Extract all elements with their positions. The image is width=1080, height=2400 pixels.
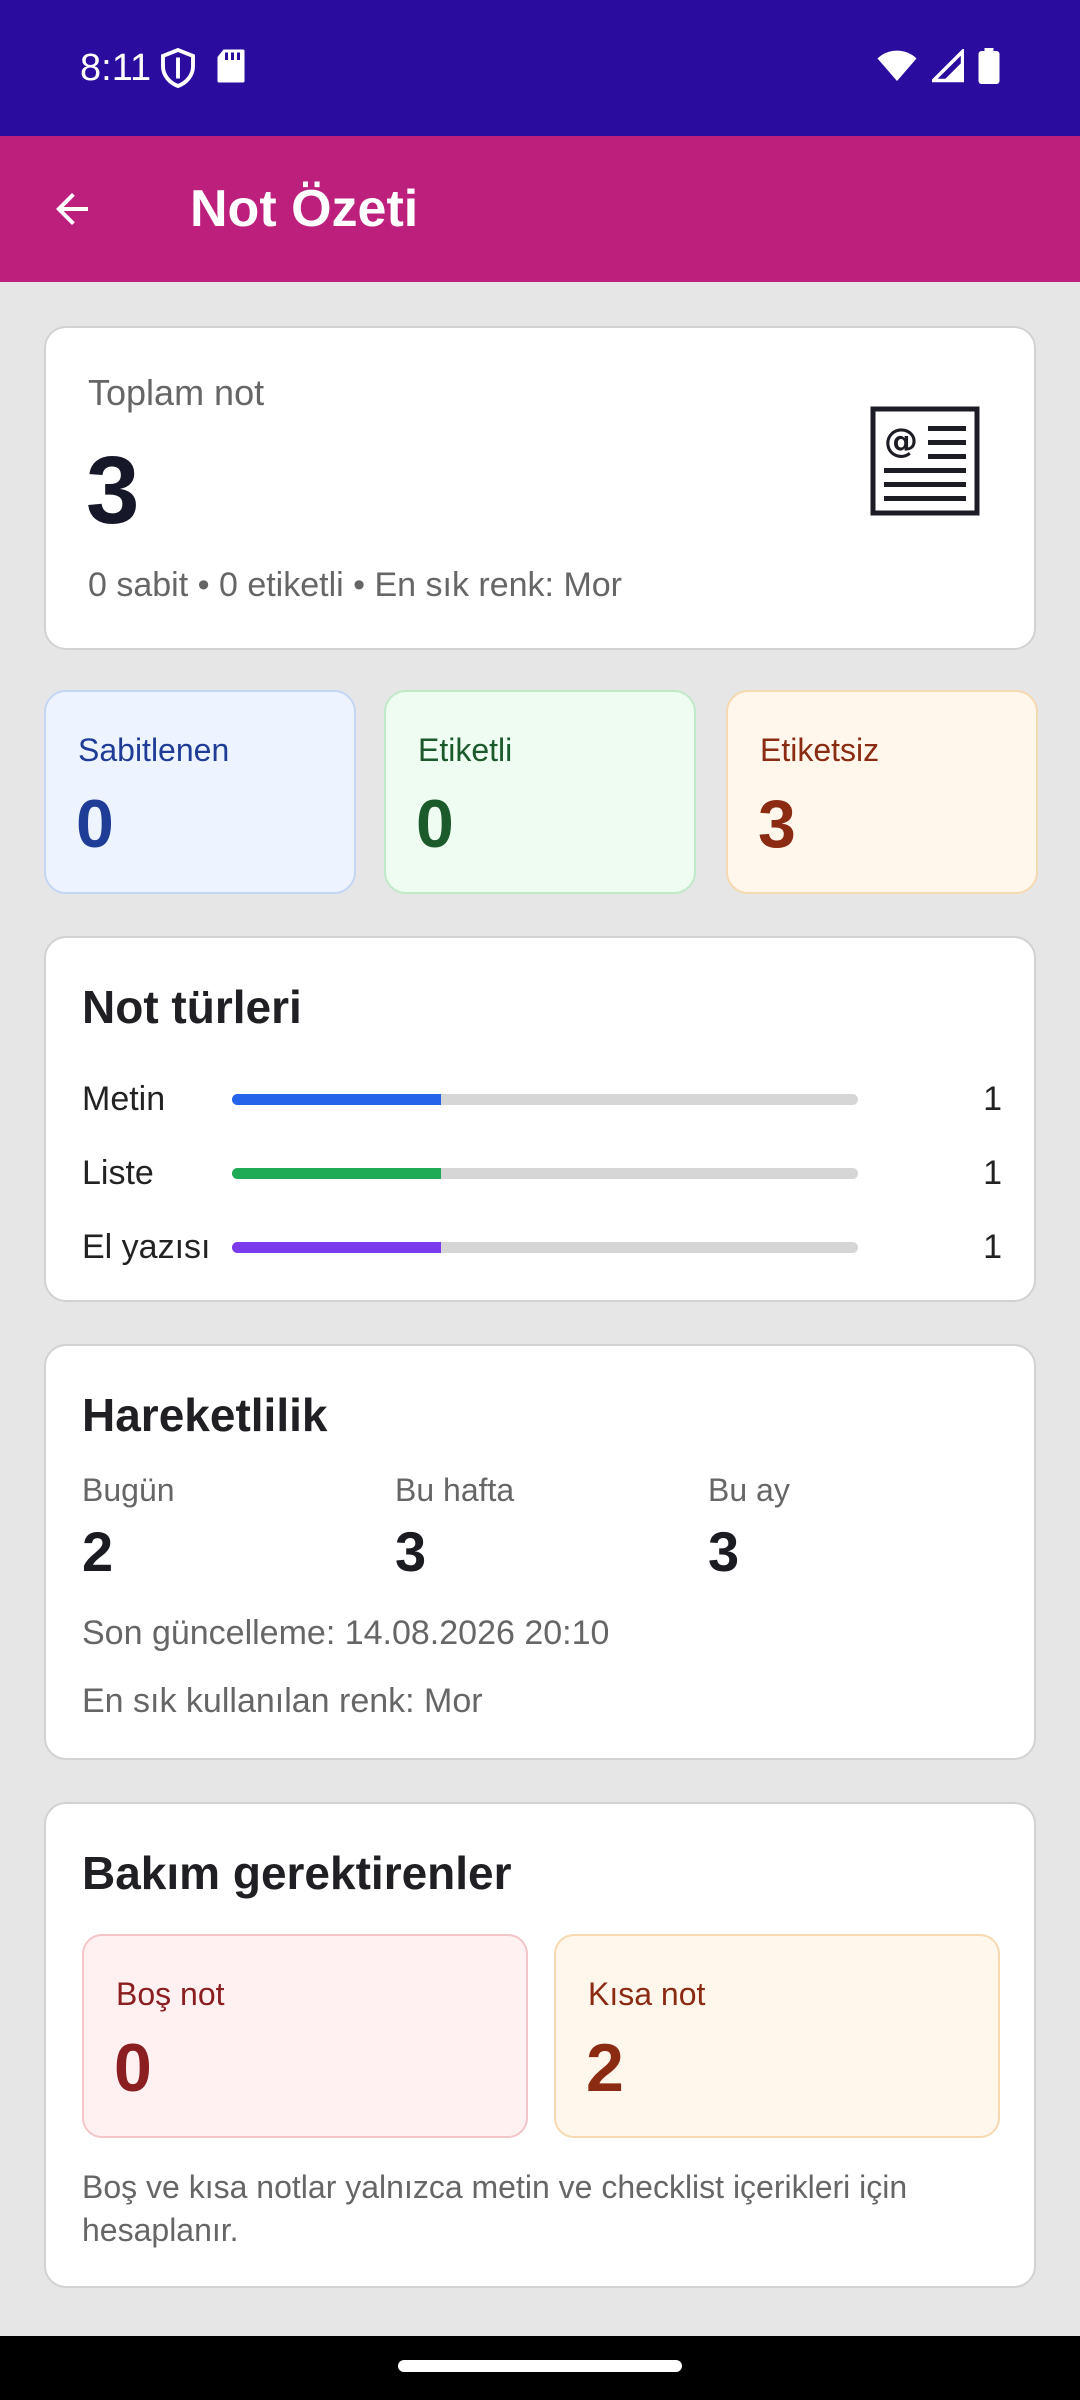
activity-today: Bugün 2 — [82, 1472, 382, 1584]
untagged-stat: Etiketsiz 3 — [726, 690, 1038, 894]
back-button[interactable] — [36, 173, 108, 245]
note-type-row: El yazısı 1 — [82, 1222, 1002, 1272]
empty-notes-stat: Boş not 0 — [82, 1934, 528, 2138]
shield-icon — [160, 47, 196, 93]
empty-notes-value: 0 — [114, 2030, 152, 2106]
activity-card: Hareketlilik Bugün 2 Bu hafta 3 Bu ay 3 … — [44, 1344, 1036, 1760]
activity-today-label: Bugün — [82, 1472, 175, 1508]
note-type-row: Metin 1 — [82, 1074, 1002, 1124]
svg-text:@: @ — [884, 421, 918, 461]
note-type-bar — [232, 1094, 858, 1105]
activity-title: Hareketlilik — [82, 1389, 328, 1441]
untagged-stat-value: 3 — [758, 786, 796, 862]
total-notes-card: Toplam not 3 0 sabit • 0 etiketli • En s… — [44, 326, 1036, 650]
status-right-icons — [876, 47, 1000, 89]
pinned-stat: Sabitlenen 0 — [44, 690, 356, 894]
home-gesture-handle[interactable] — [398, 2360, 682, 2372]
pinned-stat-label: Sabitlenen — [78, 732, 230, 768]
newspaper-at-icon: @ — [870, 406, 980, 516]
app-bar: Not Özeti — [0, 136, 1080, 282]
activity-week-label: Bu hafta — [395, 1472, 515, 1508]
empty-notes-label: Boş not — [116, 1976, 225, 2012]
maintenance-card: Bakım gerektirenler Boş not 0 Kısa not 2… — [44, 1802, 1036, 2288]
battery-icon — [978, 48, 1000, 89]
total-notes-label: Toplam not — [88, 372, 265, 413]
pinned-stat-value: 0 — [76, 786, 114, 862]
tagged-stat: Etiketli 0 — [384, 690, 696, 894]
signal-icon — [929, 47, 965, 88]
most-used-color-text: En sık kullanılan renk: Mor — [82, 1682, 483, 1720]
untagged-stat-label: Etiketsiz — [760, 732, 880, 768]
short-notes-value: 2 — [586, 2030, 624, 2106]
activity-today-value: 2 — [82, 1520, 114, 1583]
total-notes-subtitle: 0 sabit • 0 etiketli • En sık renk: Mor — [88, 566, 623, 604]
activity-week-value: 3 — [395, 1520, 427, 1583]
activity-month-value: 3 — [708, 1520, 740, 1583]
activity-month-label: Bu ay — [708, 1472, 790, 1508]
total-notes-value: 3 — [86, 437, 140, 544]
status-time: 8:11 — [80, 47, 152, 89]
note-type-count: 1 — [983, 1154, 1002, 1192]
note-type-bar — [232, 1242, 858, 1253]
tagged-stat-label: Etiketli — [418, 732, 513, 768]
note-type-name: El yazısı — [82, 1228, 211, 1266]
activity-week: Bu hafta 3 — [395, 1472, 695, 1584]
last-update-text: Son güncelleme: 14.08.2026 20:10 — [82, 1614, 610, 1652]
sd-card-icon — [216, 48, 246, 93]
tagged-stat-value: 0 — [416, 786, 454, 862]
page-title: Not Özeti — [190, 180, 419, 238]
note-type-bar — [232, 1168, 858, 1179]
note-type-bar-fill — [232, 1242, 441, 1253]
note-type-bar-fill — [232, 1094, 441, 1105]
short-notes-label: Kısa not — [588, 1976, 706, 2012]
wifi-icon — [876, 49, 918, 88]
note-type-name: Metin — [82, 1080, 166, 1118]
maintenance-title: Bakım gerektirenler — [82, 1847, 512, 1899]
system-nav-bar — [0, 2336, 1080, 2400]
arrow-back-icon — [56, 193, 88, 225]
note-type-bar-fill — [232, 1168, 441, 1179]
note-type-row: Liste 1 — [82, 1148, 1002, 1198]
activity-month: Bu ay 3 — [708, 1472, 1008, 1584]
note-type-count: 1 — [983, 1080, 1002, 1118]
note-type-name: Liste — [82, 1154, 154, 1192]
note-types-title: Not türleri — [82, 981, 302, 1033]
maintenance-note: Boş ve kısa notlar yalnızca metin ve che… — [82, 2169, 908, 2248]
status-bar: 8:11 — [0, 0, 1080, 136]
short-notes-stat: Kısa not 2 — [554, 1934, 1000, 2138]
note-types-card: Not türleri Metin 1 Liste 1 El yazısı 1 — [44, 936, 1036, 1302]
note-type-count: 1 — [983, 1228, 1002, 1266]
status-left-icons — [160, 47, 246, 93]
